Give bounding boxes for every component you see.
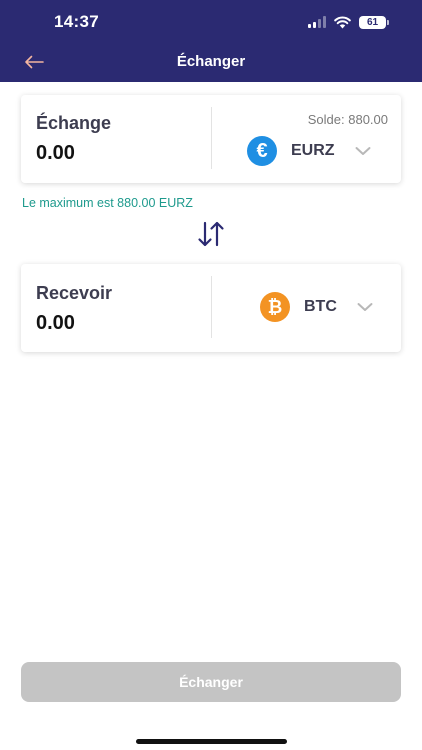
from-currency-code: EURZ xyxy=(291,142,335,159)
euro-coin-icon: € xyxy=(247,136,277,166)
card-divider xyxy=(211,276,212,338)
max-amount-note: Le maximum est 880.00 EURZ xyxy=(22,196,193,210)
chevron-down-icon xyxy=(357,302,373,312)
exchange-submit-button[interactable]: Échanger xyxy=(21,662,401,702)
chevron-down-icon xyxy=(355,146,371,156)
to-currency-selector[interactable]: ₿ BTC xyxy=(260,292,373,322)
receive-card: Recevoir 0.00 ₿ BTC xyxy=(21,264,401,352)
receive-input-area: Recevoir 0.00 xyxy=(36,264,206,352)
exchange-from-label: Échange xyxy=(36,113,112,133)
page-title: Échanger xyxy=(176,53,246,70)
bitcoin-coin-icon: ₿ xyxy=(260,292,290,322)
cellular-signal-icon xyxy=(308,16,326,28)
battery-icon: 61 xyxy=(359,15,389,29)
status-time: 14:37 xyxy=(54,12,99,31)
exchange-from-card: Échange 0.00 Solde: 880.00 € EURZ xyxy=(21,95,401,183)
to-currency-code: BTC xyxy=(304,298,337,315)
exchange-from-input-area: Échange 0.00 xyxy=(36,95,206,183)
swap-vertical-icon xyxy=(198,221,224,247)
home-indicator[interactable] xyxy=(136,739,287,744)
wifi-icon xyxy=(334,15,351,28)
status-icons: 61 xyxy=(308,13,389,31)
receive-label: Recevoir xyxy=(36,283,113,303)
balance-text: Solde: 880.00 xyxy=(307,112,388,127)
app-header: 14:37 61 Échanger xyxy=(0,0,422,82)
exchange-amount-input[interactable]: 0.00 xyxy=(36,142,186,165)
from-currency-selector[interactable]: € EURZ xyxy=(247,136,371,166)
swap-currencies-button[interactable] xyxy=(196,220,226,248)
card-divider xyxy=(211,107,212,169)
receive-amount-input[interactable]: 0.00 xyxy=(36,312,186,335)
